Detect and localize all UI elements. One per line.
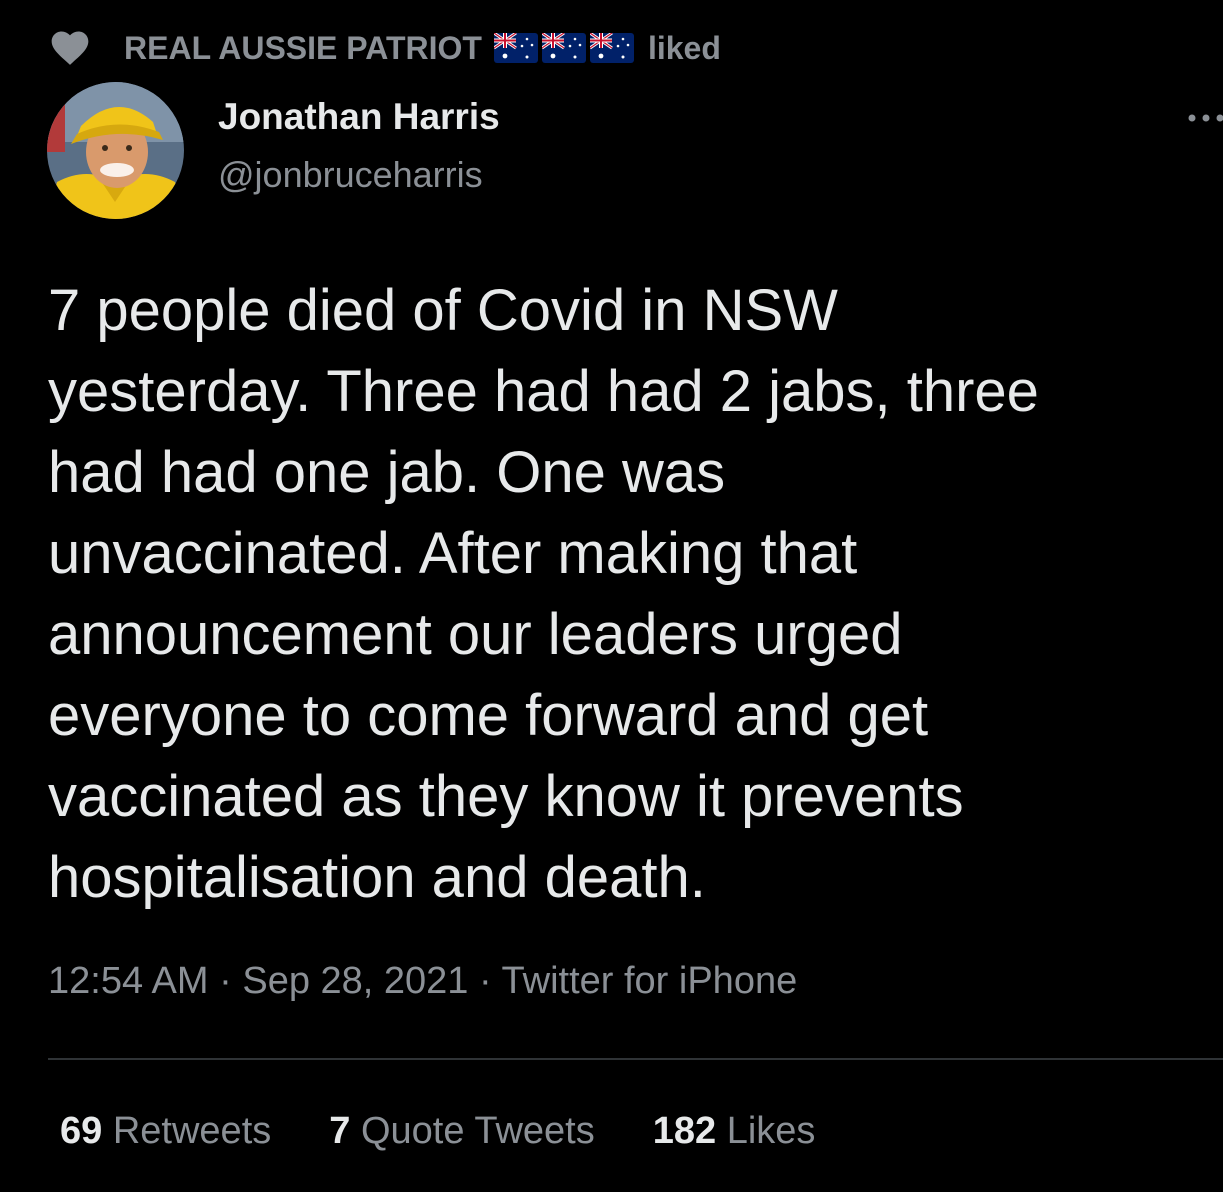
tweet-text-line: vaccinated as they know it prevents: [48, 764, 964, 829]
social-context[interactable]: REAL AUSSIE PATRIOT liked: [48, 26, 721, 70]
retweets-stat[interactable]: 69 Retweets: [60, 1110, 271, 1153]
tweet-text: 7 people died of Covid in NSW yesterday.…: [48, 270, 1198, 918]
australia-flag-icon: [541, 31, 586, 63]
tweet-text-line: unvaccinated. After making that: [48, 521, 858, 586]
divider: [48, 1058, 1223, 1060]
social-action: liked: [647, 29, 721, 66]
australia-flag-icon: [589, 31, 634, 63]
tweet-source[interactable]: Twitter for iPhone: [502, 960, 798, 1002]
retweets-label: Retweets: [112, 1110, 272, 1152]
author-display-name[interactable]: Jonathan Harris: [218, 96, 500, 138]
meta-separator: ·: [219, 960, 232, 1002]
quote-tweets-stat[interactable]: 7 Quote Tweets: [329, 1110, 594, 1153]
tweet-time[interactable]: 12:54 AM: [48, 960, 209, 1002]
likes-label: Likes: [726, 1110, 816, 1152]
tweet-date[interactable]: Sep 28, 2021: [242, 960, 468, 1002]
likes-stat[interactable]: 182 Likes: [653, 1110, 816, 1153]
australia-flag-icon: [493, 31, 538, 63]
heart-icon: [48, 26, 92, 70]
quote-tweets-label: Quote Tweets: [360, 1110, 595, 1152]
tweet-text-line: announcement our leaders urged: [48, 602, 903, 667]
more-options-icon[interactable]: [1186, 108, 1223, 128]
liker-name[interactable]: REAL AUSSIE PATRIOT: [124, 30, 482, 67]
quote-tweets-count: 7: [329, 1110, 351, 1152]
flag-emojis: [493, 31, 634, 63]
tweet-text-line: everyone to come forward and get: [48, 683, 929, 748]
avatar[interactable]: [47, 82, 184, 219]
tweet-text-line: 7 people died of Covid in NSW: [48, 278, 838, 343]
author-handle[interactable]: @jonbruceharris: [218, 154, 483, 196]
likes-count: 182: [652, 1110, 717, 1152]
retweets-count: 69: [60, 1110, 103, 1152]
tweet-text-line: had had one jab. One was: [48, 440, 726, 505]
meta-separator: ·: [479, 960, 492, 1002]
tweet-meta: 12:54 AM · Sep 28, 2021 · Twitter for iP…: [48, 960, 797, 1003]
tweet-text-line: hospitalisation and death.: [48, 845, 706, 910]
tweet-text-line: yesterday. Three had had 2 jabs, three: [48, 359, 1039, 424]
engagement-stats: 69 Retweets 7 Quote Tweets 182 Likes: [60, 1110, 873, 1153]
